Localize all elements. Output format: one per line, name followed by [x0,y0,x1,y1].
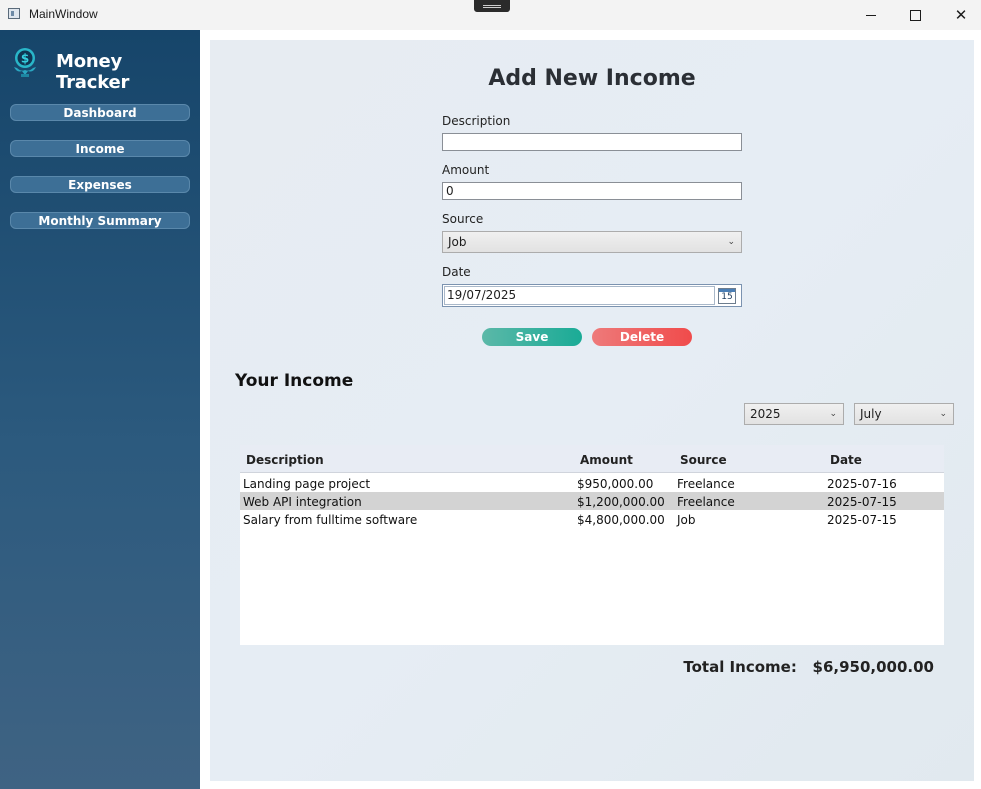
total-income: Total Income: $6,950,000.00 [683,658,934,676]
minimize-button[interactable] [848,0,894,30]
source-label: Source [442,212,484,226]
brand-title: Money Tracker [56,51,130,93]
date-value[interactable]: 19/07/2025 [447,288,516,302]
column-header-date[interactable]: Date [830,453,862,467]
date-picker[interactable]: 19/07/2025 15 [442,284,742,307]
table-row[interactable]: Landing page project $950,000.00 Freelan… [240,474,944,492]
income-page: Add New Income Description Amount 0 Sour… [210,40,974,781]
sidebar: $ Money Tracker Dashboard Income Expense… [0,30,200,789]
save-button[interactable]: Save [482,328,582,346]
nav-expenses-button[interactable]: Expenses [10,176,190,193]
source-select-value: Job [448,235,467,249]
year-filter-select[interactable]: 2025 ⌄ [744,403,844,425]
maximize-button[interactable] [892,0,938,30]
calendar-icon[interactable]: 15 [718,288,736,304]
close-icon: ✕ [954,6,968,24]
date-label: Date [442,265,471,279]
cell-description: Web API integration [243,495,362,509]
table-row-selected[interactable]: Web API integration $1,200,000.00 Freela… [240,492,944,510]
form-title: Add New Income [488,66,696,91]
app-icon [8,8,20,19]
cell-date: 2025-07-15 [827,495,897,509]
column-header-description[interactable]: Description [246,453,324,467]
amount-label: Amount [442,163,490,177]
svg-text:$: $ [21,52,29,66]
maximize-icon [909,9,921,21]
total-income-value: $6,950,000.00 [812,658,934,676]
money-logo-icon: $ [14,48,36,77]
window-title: MainWindow [29,7,98,21]
chevron-down-icon: ⌄ [939,409,947,419]
calendar-day: 15 [721,292,733,302]
cell-description: Landing page project [243,477,371,491]
column-header-amount[interactable]: Amount [580,453,633,467]
window-titlebar: MainWindow ✕ [0,0,981,30]
minimize-icon [866,15,876,16]
source-select[interactable]: Job ⌄ [442,231,742,253]
nav-dashboard-button[interactable]: Dashboard [10,104,190,121]
chevron-down-icon: ⌄ [727,237,735,247]
nav-monthly-summary-button[interactable]: Monthly Summary [10,212,190,229]
amount-input[interactable]: 0 [442,182,742,200]
cell-date: 2025-07-15 [827,513,897,527]
cell-amount: $4,800,000.00 [577,513,665,527]
income-list-title: Your Income [235,371,354,391]
month-filter-select[interactable]: July ⌄ [854,403,954,425]
income-table[interactable]: Description Amount Source Date Landing p… [240,445,944,645]
total-income-label: Total Income: [683,658,797,676]
nav-income-button[interactable]: Income [10,140,190,157]
description-label: Description [442,114,511,128]
cell-description: Salary from fulltime software [243,513,418,527]
description-input[interactable] [442,133,742,151]
chevron-down-icon: ⌄ [829,409,837,419]
cell-date: 2025-07-16 [827,477,897,491]
cell-source: Freelance [677,477,735,491]
column-header-source[interactable]: Source [680,453,727,467]
delete-button[interactable]: Delete [592,328,692,346]
close-button[interactable]: ✕ [938,0,981,30]
cell-source: Freelance [677,495,735,509]
snap-grip[interactable] [474,0,510,12]
table-header: Description Amount Source Date [240,445,944,473]
cell-amount: $950,000.00 [577,477,654,491]
month-filter-value: July [860,407,882,421]
table-row[interactable]: Salary from fulltime software $4,800,000… [240,510,944,528]
year-filter-value: 2025 [750,407,781,421]
cell-amount: $1,200,000.00 [577,495,665,509]
cell-source: Job [677,513,696,527]
